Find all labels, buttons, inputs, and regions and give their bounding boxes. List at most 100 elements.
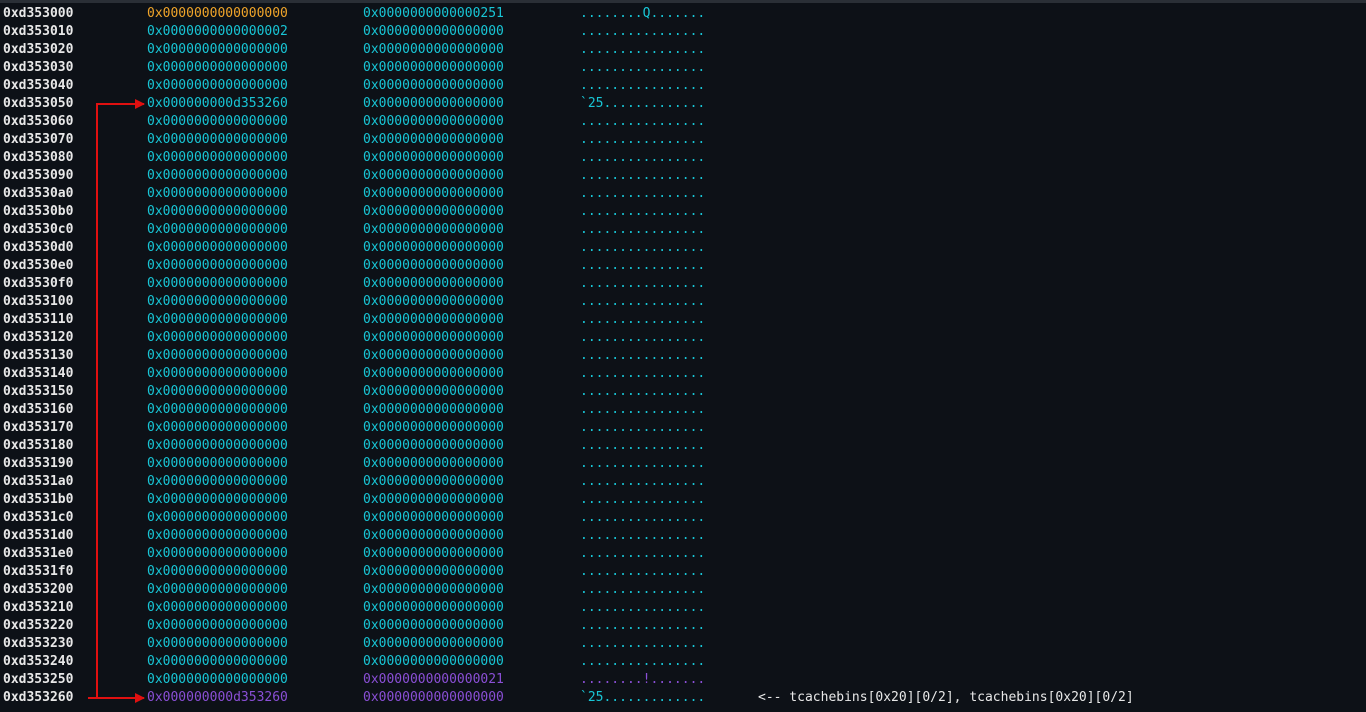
row-address: 0xd3531d0 [3,528,74,543]
qword-1: 0x0000000000000000 [147,222,288,237]
qword-2: 0x0000000000000000 [363,456,504,471]
terminal-top-border [0,0,1366,3]
row-address: 0xd3531f0 [3,564,74,579]
memory-row: 0xd353080 0x0000000000000000 0x00000000000… [0,149,1366,167]
ascii-dump: ................ [580,132,706,147]
row-address: 0xd3530b0 [3,204,74,219]
ascii-dump: ................ [580,294,706,309]
row-address: 0xd353150 [3,384,74,399]
row-address: 0xd353000 [3,6,74,21]
qword-2: 0x0000000000000000 [363,654,504,669]
memory-row: 0xd353090 0x0000000000000000 0x00000000000… [0,167,1366,185]
ascii-dump: ................ [580,582,706,597]
qword-2: 0x0000000000000000 [363,582,504,597]
memory-row: 0xd353200 0x0000000000000000 0x00000000000… [0,581,1366,599]
qword-1: 0x0000000000000000 [147,438,288,453]
ascii-dump: ................ [580,276,706,291]
ascii-dump: ................ [580,438,706,453]
memory-row: 0xd353110 0x0000000000000000 0x00000000000… [0,311,1366,329]
ascii-dump: ................ [580,384,706,399]
ascii-dump: ................ [580,564,706,579]
qword-1: 0x0000000000000000 [147,510,288,525]
row-address: 0xd353130 [3,348,74,363]
memory-row: 0xd353000 0x0000000000000000 0x00000000000… [0,5,1366,23]
row-address: 0xd353040 [3,78,74,93]
qword-1: 0x0000000000000000 [147,636,288,651]
qword-2: 0x0000000000000000 [363,294,504,309]
qword-2: 0x0000000000000000 [363,420,504,435]
ascii-dump: ................ [580,618,706,633]
row-address: 0xd353220 [3,618,74,633]
row-address: 0xd353190 [3,456,74,471]
qword-2: 0x0000000000000000 [363,114,504,129]
qword-1: 0x0000000000000000 [147,6,288,21]
memory-row: 0xd353230 0x0000000000000000 0x00000000000… [0,635,1366,653]
qword-2: 0x0000000000000000 [363,600,504,615]
qword-2: 0x0000000000000251 [363,6,504,21]
qword-2: 0x0000000000000000 [363,276,504,291]
row-address: 0xd353110 [3,312,74,327]
memory-row: 0xd3530e0 0x0000000000000000 0x00000000000… [0,257,1366,275]
row-address: 0xd3530d0 [3,240,74,255]
qword-1: 0x0000000000000000 [147,564,288,579]
memory-row: 0xd3531c0 0x0000000000000000 0x00000000000… [0,509,1366,527]
qword-2: 0x0000000000000000 [363,690,504,705]
row-address: 0xd3531b0 [3,492,74,507]
qword-1: 0x0000000000000000 [147,60,288,75]
qword-2: 0x0000000000000000 [363,240,504,255]
ascii-dump: ................ [580,528,706,543]
qword-1: 0x0000000000000000 [147,402,288,417]
qword-2: 0x0000000000000000 [363,348,504,363]
qword-2: 0x0000000000000000 [363,366,504,381]
qword-2: 0x0000000000000000 [363,258,504,273]
qword-1: 0x0000000000000000 [147,240,288,255]
memory-row: 0xd3531f0 0x0000000000000000 0x00000000000… [0,563,1366,581]
ascii-dump: `25............. [580,690,706,705]
ascii-dump: ................ [580,348,706,363]
memory-row: 0xd3530c0 0x0000000000000000 0x00000000000… [0,221,1366,239]
ascii-dump: ................ [580,420,706,435]
qword-2: 0x0000000000000000 [363,42,504,57]
qword-2: 0x0000000000000000 [363,330,504,345]
ascii-dump: `25............. [580,96,706,111]
memory-row: 0xd3530a0 0x0000000000000000 0x00000000000… [0,185,1366,203]
memory-row: 0xd353010 0x0000000000000002 0x00000000000… [0,23,1366,41]
ascii-dump: ................ [580,222,706,237]
qword-2: 0x0000000000000000 [363,546,504,561]
row-address: 0xd353060 [3,114,74,129]
ascii-dump: ................ [580,312,706,327]
row-address: 0xd353080 [3,150,74,165]
ascii-dump: ................ [580,402,706,417]
memory-row: 0xd353130 0x0000000000000000 0x00000000000… [0,347,1366,365]
qword-1: 0x0000000000000000 [147,600,288,615]
ascii-dump: ................ [580,510,706,525]
row-address: 0xd3531a0 [3,474,74,489]
qword-1: 0x0000000000000000 [147,618,288,633]
qword-1: 0x0000000000000000 [147,492,288,507]
row-address: 0xd353010 [3,24,74,39]
row-address: 0xd353250 [3,672,74,687]
ascii-dump: ................ [580,600,706,615]
memory-row: 0xd353250 0x0000000000000000 0x00000000000… [0,671,1366,689]
qword-1: 0x0000000000000000 [147,150,288,165]
qword-1: 0x0000000000000000 [147,168,288,183]
ascii-dump: ................ [580,366,706,381]
qword-2: 0x0000000000000000 [363,636,504,651]
qword-1: 0x0000000000000000 [147,132,288,147]
qword-1: 0x0000000000000000 [147,42,288,57]
ascii-dump: ................ [580,24,706,39]
qword-2: 0x0000000000000000 [363,186,504,201]
ascii-dump: ................ [580,546,706,561]
ascii-dump: ................ [580,330,706,345]
ascii-dump: ................ [580,654,706,669]
row-address: 0xd353090 [3,168,74,183]
memory-row: 0xd353070 0x0000000000000000 0x00000000000… [0,131,1366,149]
row-address: 0xd353240 [3,654,74,669]
memory-row: 0xd3531b0 0x0000000000000000 0x00000000000… [0,491,1366,509]
qword-2: 0x0000000000000000 [363,150,504,165]
row-address: 0xd3530e0 [3,258,74,273]
row-address: 0xd353030 [3,60,74,75]
row-address: 0xd353210 [3,600,74,615]
memory-row: 0xd3531d0 0x0000000000000000 0x00000000000… [0,527,1366,545]
memory-row: 0xd353180 0x0000000000000000 0x00000000000… [0,437,1366,455]
